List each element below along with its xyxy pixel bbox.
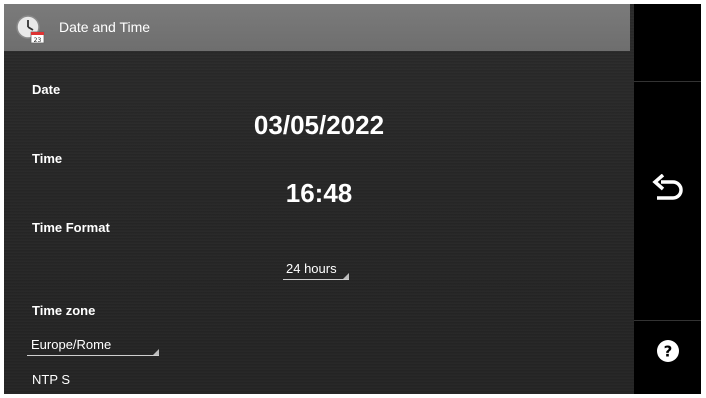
time-value[interactable]: 16:48	[4, 178, 634, 209]
time-zone-underline	[27, 355, 159, 356]
back-arrow-icon	[651, 174, 683, 200]
rail-divider	[634, 81, 701, 82]
settings-panel: 23 Date and Time Date 03/05/2022 Time 16…	[4, 4, 634, 394]
help-button[interactable]: ?	[634, 334, 701, 368]
screen: 23 Date and Time Date 03/05/2022 Time 16…	[4, 4, 701, 394]
ntp-label-partial: NTP S	[32, 372, 71, 387]
time-format-value: 24 hours	[286, 261, 337, 276]
side-rail: ?	[634, 4, 701, 394]
svg-text:?: ?	[663, 343, 672, 361]
time-zone-value: Europe/Rome	[31, 337, 112, 352]
dropdown-corner-icon	[343, 273, 349, 279]
calendar-badge: 23	[34, 37, 42, 44]
date-label: Date	[32, 82, 61, 97]
header-bar: 23 Date and Time	[4, 4, 630, 51]
clock-calendar-icon: 23	[16, 15, 45, 44]
page-title: Date and Time	[59, 19, 151, 35]
back-button[interactable]	[634, 154, 701, 224]
time-format-underline	[283, 279, 349, 280]
date-value[interactable]: 03/05/2022	[4, 110, 634, 141]
dropdown-corner-icon	[153, 349, 159, 355]
time-zone-label: Time zone	[32, 303, 96, 318]
time-label: Time	[32, 151, 63, 166]
help-icon: ?	[656, 340, 679, 362]
time-format-label: Time Format	[32, 220, 110, 235]
rail-divider	[634, 320, 701, 321]
